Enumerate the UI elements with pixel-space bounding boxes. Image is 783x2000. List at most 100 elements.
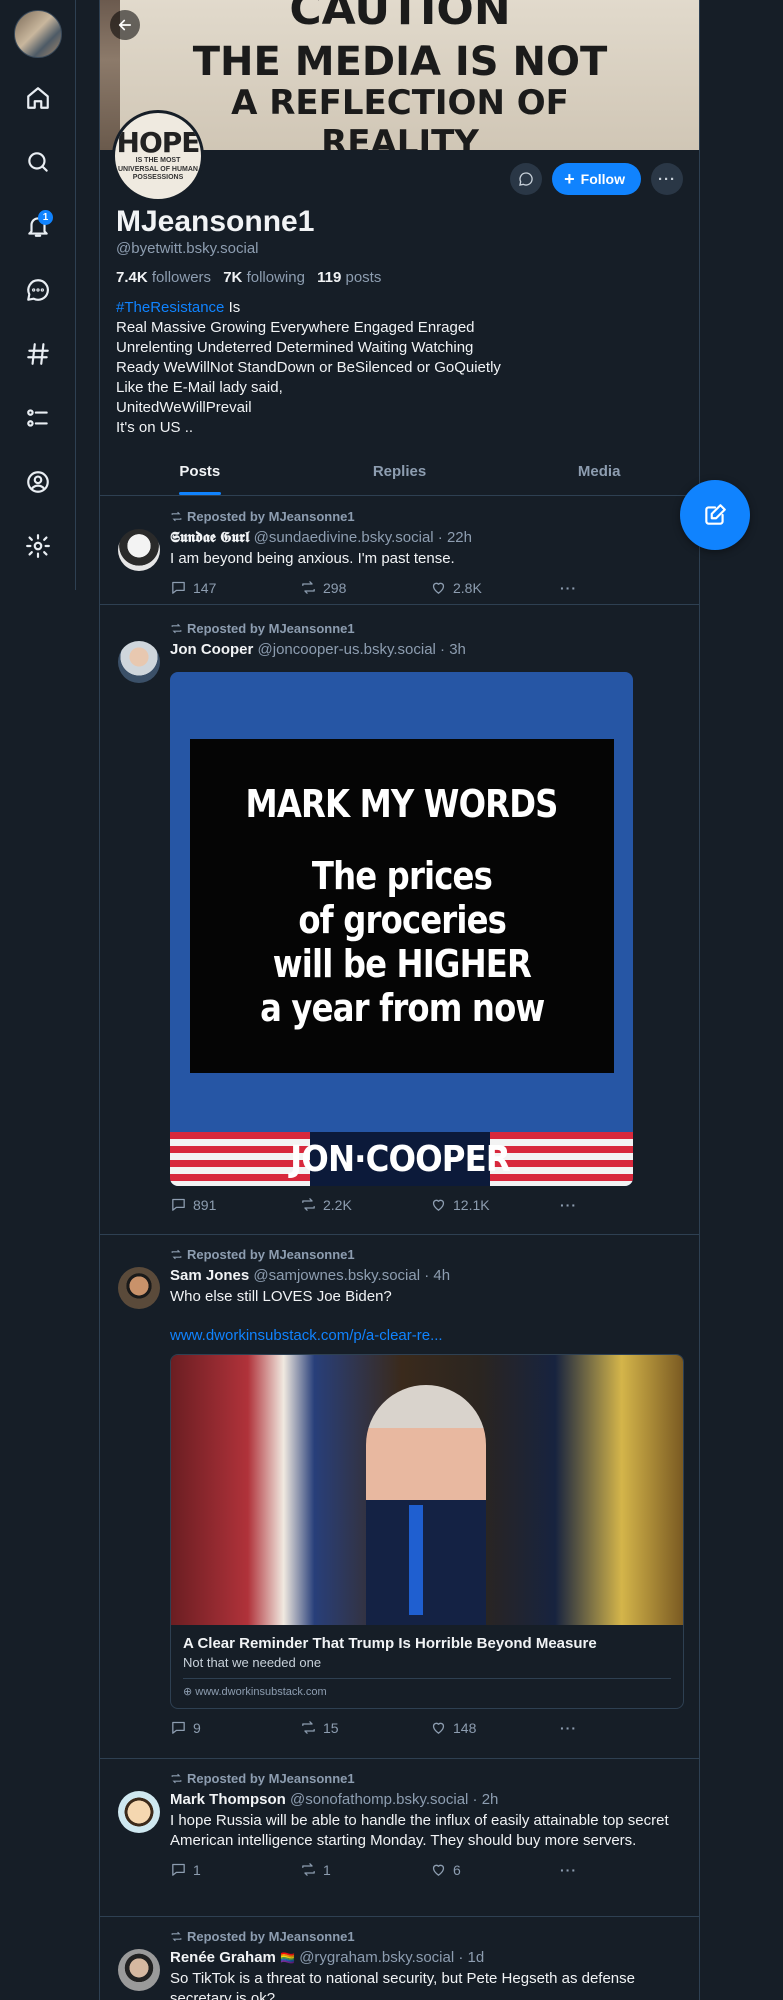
author-avatar[interactable] — [118, 529, 160, 571]
followers-count[interactable]: 7.4K — [116, 269, 148, 286]
author-name[interactable]: Renée Graham — [170, 1949, 276, 1966]
profile-info: MJeansonne1 @byetwitt.bsky.social 7.4K f… — [116, 205, 676, 438]
reply-button[interactable]: 9 — [170, 1719, 300, 1736]
avatar-hope-text: HOPE — [116, 126, 201, 160]
repost-count: 298 — [323, 579, 347, 596]
post-image[interactable]: MARK MY WORDS The prices of groceries wi… — [170, 672, 633, 1186]
link-preview-card[interactable]: A Clear Reminder That Trump Is Horrible … — [170, 1354, 684, 1709]
reply-count: 9 — [193, 1719, 201, 1736]
bio-hashtag-link[interactable]: #TheResistance — [116, 299, 224, 316]
post-more-icon[interactable]: ··· — [560, 580, 584, 596]
post-more-icon[interactable]: ··· — [560, 1197, 584, 1213]
search-nav-button[interactable] — [18, 142, 58, 182]
posts-label: posts — [345, 269, 382, 286]
bio-line: UnitedWeWillPrevail — [116, 399, 252, 416]
banner-line-2: THE MEDIA IS NOT — [192, 39, 608, 85]
banner-line-1: CAUTION — [289, 0, 511, 35]
more-options-button[interactable]: ··· — [651, 163, 683, 195]
list-icon — [27, 409, 48, 427]
lists-nav-button[interactable] — [18, 398, 58, 438]
feed-post[interactable]: Reposted by MJeansonne1 Jon Cooper @jonc… — [100, 609, 699, 1235]
author-avatar[interactable] — [118, 1949, 160, 1991]
feed-post[interactable]: Reposted by MJeansonne1 Mark Thompson @s… — [100, 1759, 699, 1917]
profile-actions: + Follow ··· — [510, 163, 683, 195]
tie-shape — [409, 1505, 423, 1615]
repost-indicator: Reposted by MJeansonne1 — [170, 1247, 683, 1262]
post-header: Renée Graham 🏳️‍🌈 @rygraham.bsky.social … — [170, 1948, 683, 1968]
author-name[interactable]: Sam Jones — [170, 1267, 249, 1284]
author-meta[interactable]: @joncooper-us.bsky.social · 3h — [258, 641, 466, 658]
reply-button[interactable]: 147 — [170, 579, 300, 596]
author-name[interactable]: Mark Thompson — [170, 1791, 286, 1808]
reply-button[interactable]: 891 — [170, 1196, 300, 1213]
author-avatar[interactable] — [118, 1267, 160, 1309]
like-button[interactable]: 148 — [430, 1719, 560, 1736]
like-button[interactable]: 12.1K — [430, 1196, 560, 1213]
post-actions: 1 1 6 ··· — [170, 1861, 683, 1878]
user-circle-icon — [27, 471, 49, 493]
like-button[interactable]: 6 — [430, 1861, 560, 1878]
arrow-left-icon — [118, 19, 132, 31]
following-label[interactable]: following — [247, 269, 305, 286]
feeds-nav-button[interactable] — [18, 334, 58, 374]
repost-icon — [171, 1931, 182, 1942]
link-preview-image — [171, 1355, 683, 1625]
notifications-nav-button[interactable]: 1 — [18, 206, 58, 246]
repost-button[interactable]: 2.2K — [300, 1196, 430, 1213]
follow-button[interactable]: + Follow — [552, 163, 641, 195]
tab-media[interactable]: Media — [499, 452, 699, 495]
post-link[interactable]: www.dworkinsubstack.com/p/a-clear-re... — [170, 1327, 683, 1344]
repost-button[interactable]: 1 — [300, 1861, 430, 1878]
message-button[interactable] — [510, 163, 543, 195]
feed-post[interactable]: Reposted by MJeansonne1 Sam Jones @samjo… — [100, 1235, 699, 1759]
banner-line-4: REALITY — [321, 123, 479, 150]
profile-stats: 7.4K followers 7K following 119 posts — [116, 269, 676, 286]
post-more-icon[interactable]: ··· — [560, 1862, 584, 1878]
repost-icon — [302, 581, 315, 594]
search-icon — [28, 152, 48, 172]
repost-button[interactable]: 298 — [300, 579, 430, 596]
author-name[interactable]: Jon Cooper — [170, 641, 253, 658]
feed-post[interactable]: Reposted by MJeansonne1 𝕾𝖚𝖓𝖉𝖆𝖊 𝕲𝖚𝖗𝖑 @sun… — [100, 497, 699, 605]
tab-posts[interactable]: Posts — [100, 452, 300, 495]
compose-button[interactable] — [680, 480, 750, 550]
post-more-icon[interactable]: ··· — [560, 1720, 584, 1736]
current-user-avatar[interactable] — [14, 10, 62, 58]
post-text: I am beyond being anxious. I'm past tens… — [170, 550, 455, 567]
home-nav-button[interactable] — [18, 78, 58, 118]
feed-post[interactable]: Reposted by MJeansonne1 Renée Graham 🏳️‍… — [100, 1917, 699, 2000]
reply-count: 891 — [193, 1196, 217, 1213]
author-meta[interactable]: @sonofathomp.bsky.social · 2h — [290, 1791, 498, 1808]
chat-nav-button[interactable] — [18, 270, 58, 310]
heart-icon — [432, 582, 445, 594]
author-meta[interactable]: @samjownes.bsky.social · 4h — [253, 1267, 450, 1284]
author-meta[interactable]: @sundaedivine.bsky.social · 22h — [254, 529, 472, 546]
avatar-sub-2: UNIVERSAL OF HUMAN — [118, 165, 198, 173]
followers-label[interactable]: followers — [152, 269, 211, 286]
author-avatar[interactable] — [118, 641, 160, 683]
post-feed: Reposted by MJeansonne1 𝕾𝖚𝖓𝖉𝖆𝖊 𝕲𝖚𝖗𝖑 @sun… — [100, 497, 699, 2000]
author-avatar[interactable] — [118, 1791, 160, 1833]
bio-line: Like the E-Mail lady said, — [116, 379, 283, 396]
notifications-badge: 1 — [38, 210, 53, 225]
settings-nav-button[interactable] — [18, 526, 58, 566]
image-line: will be HIGHER — [272, 942, 532, 986]
compose-icon — [705, 504, 726, 525]
author-meta[interactable]: @rygraham.bsky.social · 1d — [299, 1949, 484, 1966]
profile-nav-button[interactable] — [18, 462, 58, 502]
author-name[interactable]: 𝕾𝖚𝖓𝖉𝖆𝖊 𝕲𝖚𝖗𝖑 — [170, 529, 249, 546]
like-button[interactable]: 2.8K — [430, 579, 560, 596]
repost-icon — [171, 511, 182, 522]
ellipsis-icon: ··· — [658, 170, 676, 188]
tab-replies[interactable]: Replies — [300, 452, 500, 495]
bio-line: Real Massive Growing Everywhere Engaged … — [116, 319, 475, 336]
reply-count: 1 — [193, 1861, 201, 1878]
back-button[interactable] — [110, 10, 140, 40]
image-line: of groceries — [298, 898, 507, 942]
reply-button[interactable]: 1 — [170, 1861, 300, 1878]
reply-icon — [172, 581, 185, 594]
image-text-panel: MARK MY WORDS The prices of groceries wi… — [190, 739, 614, 1073]
profile-avatar[interactable]: HOPE IS THE MOST UNIVERSAL OF HUMAN POSS… — [112, 110, 204, 202]
repost-button[interactable]: 15 — [300, 1719, 430, 1736]
following-count[interactable]: 7K — [223, 269, 242, 286]
